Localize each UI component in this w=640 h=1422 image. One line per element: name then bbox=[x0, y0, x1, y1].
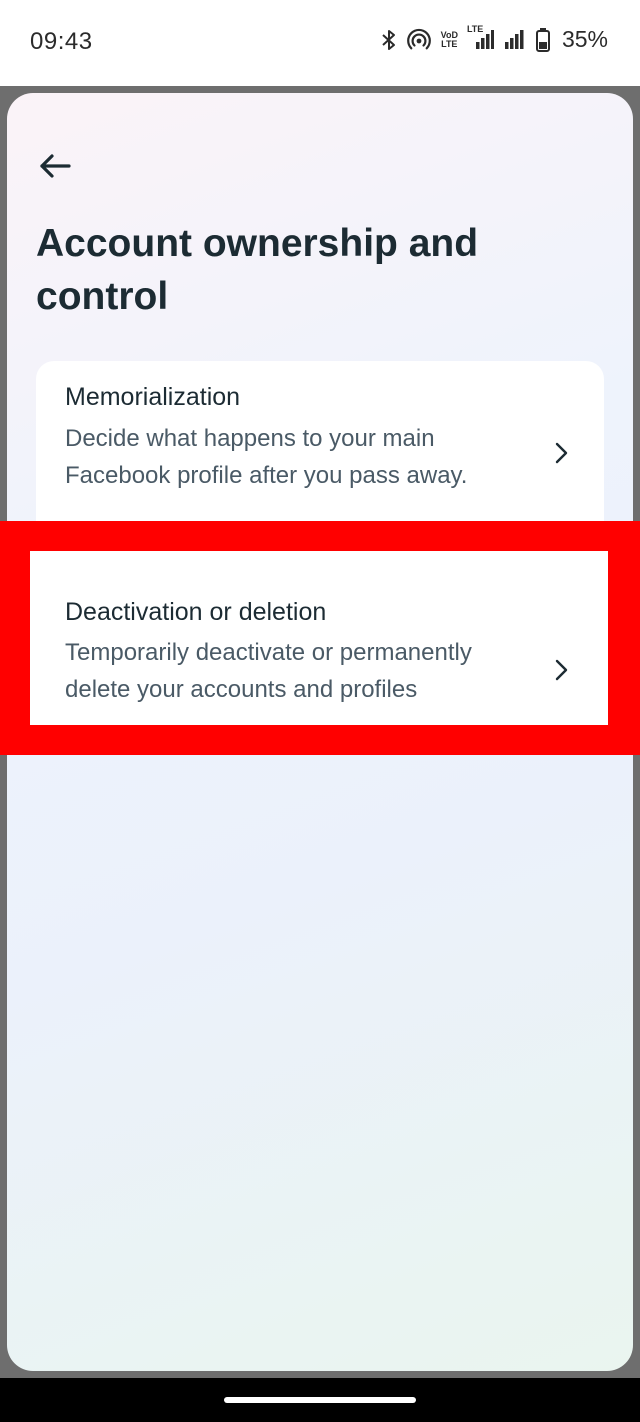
battery-icon bbox=[535, 27, 550, 52]
volte-icon: VoD LTE bbox=[440, 29, 458, 49]
home-indicator[interactable] bbox=[224, 1397, 416, 1403]
option-title: Deactivation or deletion bbox=[65, 598, 327, 626]
status-bar: 09:43 VoD LTE LTE 35% bbox=[0, 0, 640, 86]
bluetooth-icon bbox=[381, 28, 397, 52]
highlight-box: Deactivation or deletion Temporarily dea… bbox=[0, 521, 640, 755]
navigation-bar bbox=[0, 1378, 640, 1422]
option-title: Memorialization bbox=[65, 383, 241, 411]
option-description: Temporarily deactivate or permanently de… bbox=[65, 639, 472, 703]
signal-1-icon: LTE bbox=[467, 24, 494, 51]
memorialization-option[interactable]: Memorialization Decide what happens to y… bbox=[36, 361, 604, 546]
signal-2-icon bbox=[504, 29, 526, 51]
page-title: Account ownership and control bbox=[36, 222, 479, 318]
back-button[interactable] bbox=[35, 148, 75, 188]
chevron-right-icon bbox=[550, 656, 572, 684]
battery-percent: 35% bbox=[561, 26, 608, 52]
option-description: Decide what happens to your main Faceboo… bbox=[65, 425, 468, 489]
options-card: Memorialization Decide what happens to y… bbox=[36, 361, 604, 546]
hotspot-icon bbox=[406, 28, 431, 52]
chevron-right-icon bbox=[550, 439, 572, 467]
arrow-left-icon bbox=[39, 153, 71, 184]
status-time: 09:43 bbox=[30, 28, 93, 55]
deactivation-deletion-option[interactable]: Deactivation or deletion Temporarily dea… bbox=[30, 551, 608, 725]
status-icons: VoD LTE LTE 35% bbox=[381, 24, 608, 53]
